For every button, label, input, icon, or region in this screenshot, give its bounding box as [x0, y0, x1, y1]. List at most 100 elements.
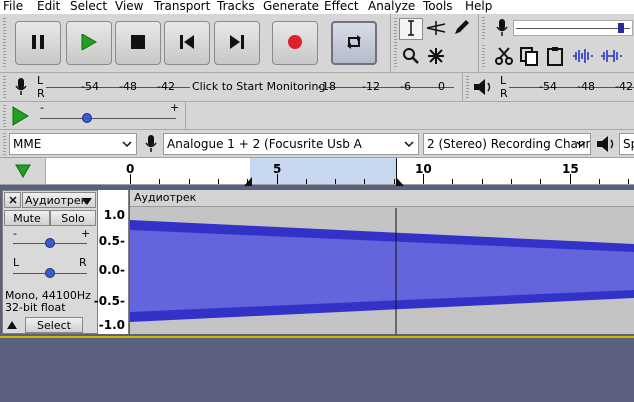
timeline-tick [452, 179, 453, 184]
pan-right-label: R [79, 256, 87, 269]
pan-slider-thumb[interactable] [45, 268, 55, 278]
menu-edit[interactable]: Edit [37, 0, 60, 13]
recording-channels-select[interactable]: 2 (Stereo) Recording Chann [423, 133, 591, 155]
menu-view[interactable]: View [115, 0, 143, 13]
meter-tick: -54 [81, 80, 99, 93]
menu-tracks[interactable]: Tracks [217, 0, 255, 13]
menu-help[interactable]: Help [465, 0, 492, 13]
toolbar-grip[interactable] [482, 45, 485, 69]
speed-slider-track[interactable] [40, 118, 176, 119]
audio-clip[interactable]: Аудиотрек [130, 190, 634, 334]
playback-device-select[interactable]: Sp [619, 133, 634, 155]
recording-device-select[interactable]: Analogue 1 + 2 (Focusrite Usb A [163, 133, 419, 155]
menu-generate[interactable]: Generate [263, 0, 319, 13]
zoom-tool[interactable] [399, 46, 423, 68]
meter-tick: -6 [400, 80, 411, 93]
meter-tick: -42 [157, 80, 175, 93]
audio-host-select[interactable]: MME [9, 133, 137, 155]
microphone-icon[interactable] [14, 77, 28, 100]
microphone-icon[interactable] [495, 18, 509, 41]
track-menu-button[interactable]: Аудиотрек [22, 192, 96, 208]
collapse-track-icon[interactable] [6, 319, 18, 333]
timeline-tick [599, 179, 600, 184]
pause-icon [31, 34, 45, 52]
recording-device-value: Analogue 1 + 2 (Focusrite Usb A [167, 137, 362, 151]
paste-button[interactable] [543, 46, 567, 68]
trim-button[interactable] [571, 46, 595, 68]
record-icon [287, 34, 303, 53]
timeline-tick [189, 179, 190, 184]
timeline-tick [159, 179, 160, 184]
recording-meter-toolbar: L R -54 -48 -42 Click to Start Monitorin… [0, 72, 462, 101]
copy-icon [519, 46, 539, 69]
clip-title-bar[interactable]: Аудиотрек [130, 190, 634, 207]
silence-button[interactable] [599, 46, 623, 68]
meter-right-label: R [500, 87, 508, 100]
menu-tools[interactable]: Tools [423, 0, 453, 13]
playhead-line [396, 158, 397, 184]
loop-icon [345, 33, 363, 54]
meter-tick: 0 [438, 80, 445, 93]
multi-tool[interactable] [424, 46, 448, 68]
chevron-down-icon [576, 138, 586, 152]
microphone-icon [144, 134, 158, 157]
pin-playhead-icon[interactable] [15, 164, 31, 181]
cut-button[interactable] [492, 46, 516, 68]
play-button[interactable] [66, 21, 112, 65]
menu-effect[interactable]: Effect [324, 0, 359, 13]
toolbar-grip[interactable] [394, 18, 397, 68]
scale-label: -1.0 [98, 318, 125, 332]
record-button[interactable] [272, 21, 318, 65]
skip-to-end-button[interactable] [214, 21, 260, 65]
play-at-speed-button[interactable] [11, 106, 29, 129]
pause-button[interactable] [15, 21, 61, 65]
timeline-ruler[interactable]: 0 5 10 15 [0, 157, 634, 186]
envelope-tool[interactable] [424, 18, 448, 40]
loop-button[interactable] [331, 21, 377, 65]
speaker-icon[interactable] [473, 78, 493, 99]
vertical-ruler: 1.0 0.5- 0.0- -0.5- -1.0 [94, 190, 129, 334]
stop-button[interactable] [115, 21, 161, 65]
speed-slider-thumb[interactable] [82, 113, 92, 123]
silence-audio-icon [600, 47, 622, 68]
track-control-panel: Аудиотрек Mute Solo - + L R Mono, 44100H… [2, 190, 98, 334]
skip-to-start-button[interactable] [164, 21, 210, 65]
timeline-tick [540, 179, 541, 184]
close-track-button[interactable] [4, 192, 21, 208]
record-slider[interactable] [513, 20, 633, 36]
stop-icon [131, 34, 145, 52]
edit-toolbar [478, 42, 634, 72]
empty-toolbar-space [186, 101, 634, 129]
menu-transport[interactable]: Transport [154, 0, 210, 13]
menu-analyze[interactable]: Analyze [368, 0, 415, 13]
meter-tick: -48 [119, 80, 137, 93]
clip-name: Аудиотрек [134, 191, 197, 204]
scale-label: -0.5- [93, 294, 125, 308]
selection-tool[interactable] [399, 18, 423, 40]
copy-button[interactable] [517, 46, 541, 68]
menu-file[interactable]: File [3, 0, 23, 13]
scale-label: 0.5- [98, 234, 125, 248]
toolbar-grip[interactable] [3, 133, 6, 155]
solo-button[interactable]: Solo [50, 210, 96, 226]
menu-select[interactable]: Select [70, 0, 107, 13]
waveform[interactable] [130, 208, 634, 334]
start-monitoring-prompt[interactable]: Click to Start Monitoring [190, 81, 328, 93]
toolbar-grip[interactable] [3, 18, 6, 68]
toolbar-grip[interactable] [3, 76, 6, 99]
menu-bar: File Edit Select View Transport Tracks G… [0, 0, 634, 14]
mute-button[interactable]: Mute [4, 210, 50, 226]
toolbar-grip[interactable] [466, 76, 469, 99]
speed-minus-label: - [40, 101, 44, 114]
timeline-tick [218, 179, 219, 184]
toolbar-grip[interactable] [3, 105, 6, 127]
select-track-button[interactable]: Select [25, 317, 83, 333]
recording-channels-value: 2 (Stereo) Recording Chann [427, 137, 591, 151]
track-name: Аудиотрек [25, 193, 88, 207]
toolbar-grip[interactable] [482, 17, 485, 39]
empty-track-area [0, 336, 634, 402]
asterisk-icon [427, 47, 445, 68]
draw-tool[interactable] [449, 18, 473, 40]
gain-slider-thumb[interactable] [45, 238, 55, 248]
timeline-corner [0, 158, 46, 184]
